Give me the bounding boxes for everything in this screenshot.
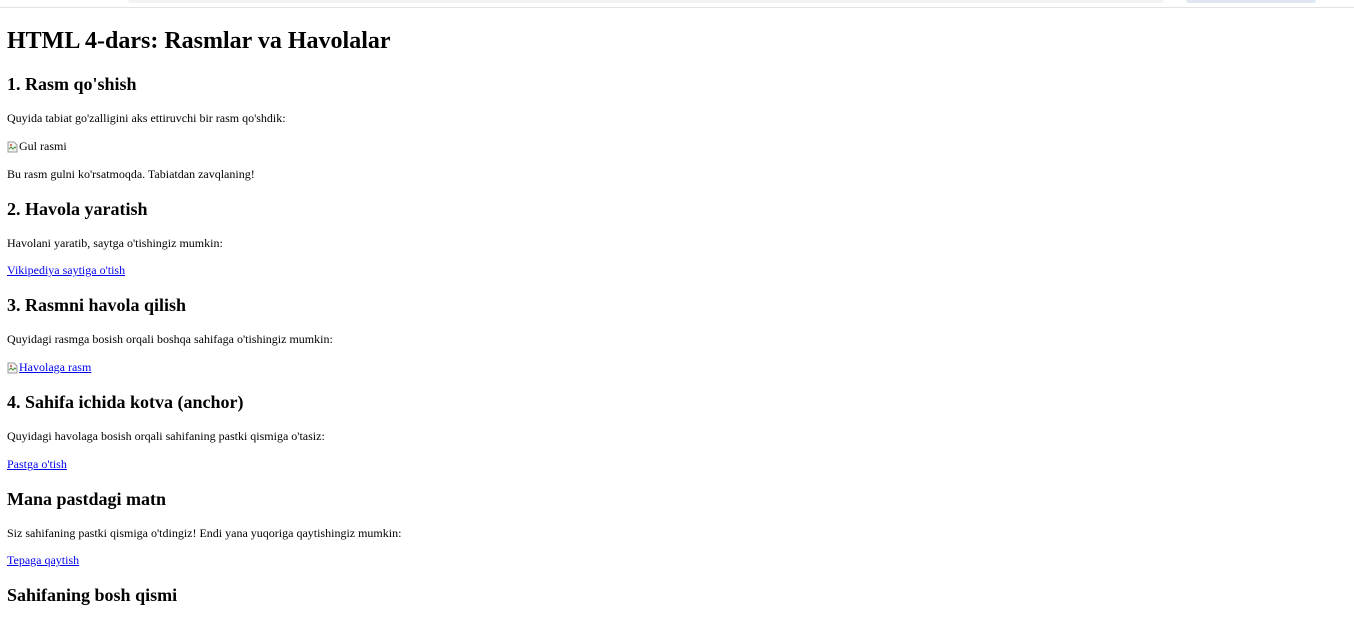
broken-image-icon bbox=[7, 141, 18, 153]
broken-image-icon bbox=[7, 362, 18, 374]
image-link-paragraph: Havolaga rasm bbox=[7, 360, 91, 378]
wikipedia-link[interactable]: Vikipediya saytiga o'tish bbox=[7, 263, 125, 277]
back-to-top-paragraph: Tepaga qaytish bbox=[7, 553, 79, 568]
anchor-link-paragraph: Pastga o'tish bbox=[7, 457, 67, 472]
page-title: HTML 4-dars: Rasmlar va Havolalar bbox=[7, 28, 391, 54]
section-heading-anchor: 4. Sahifa ichida kotva (anchor) bbox=[7, 392, 244, 412]
section-intro-rasm: Quyida tabiat go'zalligini aks ettiruvch… bbox=[7, 111, 286, 125]
section-intro-anchor: Quyidagi havolaga bosish orqali sahifani… bbox=[7, 429, 325, 443]
link-paragraph: Vikipediya saytiga o'tish bbox=[7, 263, 125, 278]
section-heading-bottom: Mana pastdagi matn bbox=[7, 489, 167, 509]
image-caption: Bu rasm gulni ko'rsatmoqda. Tabiatdan za… bbox=[7, 167, 255, 181]
back-to-top-link[interactable]: Tepaga qaytish bbox=[7, 553, 79, 567]
image-link-alt-text: Havolaga rasm bbox=[19, 360, 92, 374]
section-intro-rasm-havola: Quyidagi rasmga bosish orqali boshqa sah… bbox=[7, 332, 333, 346]
browser-chrome-edge bbox=[0, 0, 1354, 8]
broken-image-gul-rasmi: Gul rasmi bbox=[7, 139, 67, 157]
toolbar-button-edge[interactable] bbox=[1186, 0, 1316, 3]
section-heading-havola-yaratish: 2. Havola yaratish bbox=[7, 199, 148, 219]
section-heading-top: Sahifaning bosh qismi bbox=[7, 585, 178, 605]
section-heading-rasm-qoshish: 1. Rasm qo'shish bbox=[7, 74, 137, 94]
bottom-text: Siz sahifaning pastki qismiga o'tdingiz!… bbox=[7, 526, 402, 540]
image-link[interactable]: Havolaga rasm bbox=[7, 360, 91, 375]
address-bar-edge[interactable] bbox=[128, 0, 1164, 3]
scroll-down-link[interactable]: Pastga o'tish bbox=[7, 457, 67, 471]
section-heading-rasmni-havola: 3. Rasmni havola qilish bbox=[7, 295, 187, 315]
section-intro-havola: Havolani yaratib, saytga o'tishingiz mum… bbox=[7, 236, 223, 250]
image-alt-text: Gul rasmi bbox=[19, 139, 67, 153]
